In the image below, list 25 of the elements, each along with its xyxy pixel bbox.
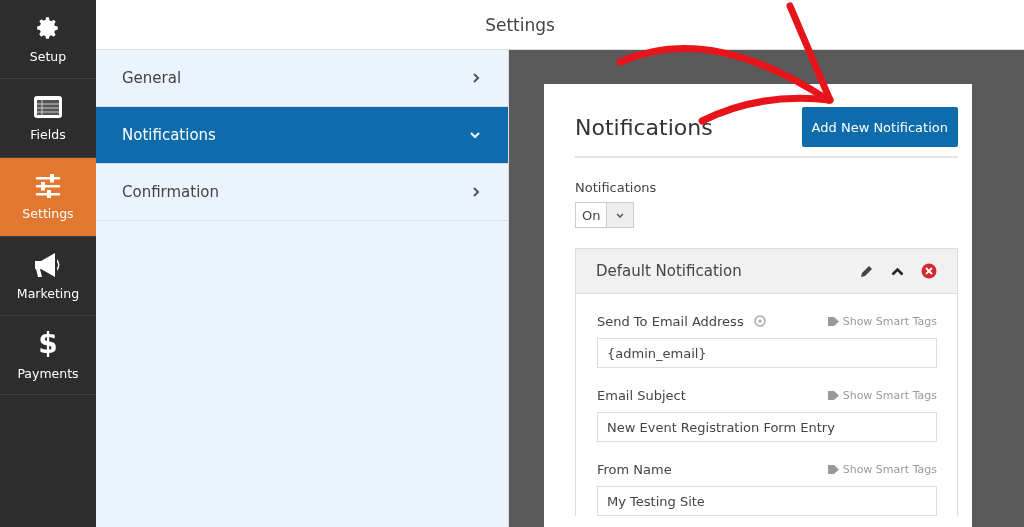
- field-label: Notifications: [575, 180, 658, 195]
- dollar-icon: $: [38, 329, 58, 358]
- section-title: Notifications: [575, 114, 713, 140]
- text-field[interactable]: My Testing Site: [597, 486, 937, 516]
- field-label: Email Subject: [597, 387, 686, 403]
- form-icon: [33, 94, 63, 119]
- page-title: Settings: [485, 14, 555, 35]
- add-notification-button[interactable]: Add New Notification: [801, 107, 958, 147]
- field-label: Send To Email Address: [597, 313, 744, 329]
- settings-nav-item[interactable]: Confirmation: [96, 164, 508, 221]
- caret-icon: [616, 212, 625, 218]
- pencil-icon[interactable]: [859, 263, 874, 279]
- gear-icon: [35, 14, 61, 41]
- settings-nav-item[interactable]: Notifications: [96, 107, 508, 164]
- notification-title: Default Notification: [596, 262, 743, 280]
- tag-icon: [827, 464, 839, 474]
- sliders-icon: [35, 173, 61, 198]
- tag-icon: [827, 316, 839, 326]
- notifications-select[interactable]: On: [575, 202, 635, 228]
- close-icon[interactable]: [921, 263, 937, 279]
- chevron-up-icon[interactable]: [891, 266, 904, 276]
- tag-icon: [827, 390, 839, 400]
- field-label: From Name: [597, 461, 672, 477]
- text-field[interactable]: {admin_email}: [597, 338, 937, 368]
- text-field[interactable]: New Event Registration Form Entry: [597, 412, 937, 442]
